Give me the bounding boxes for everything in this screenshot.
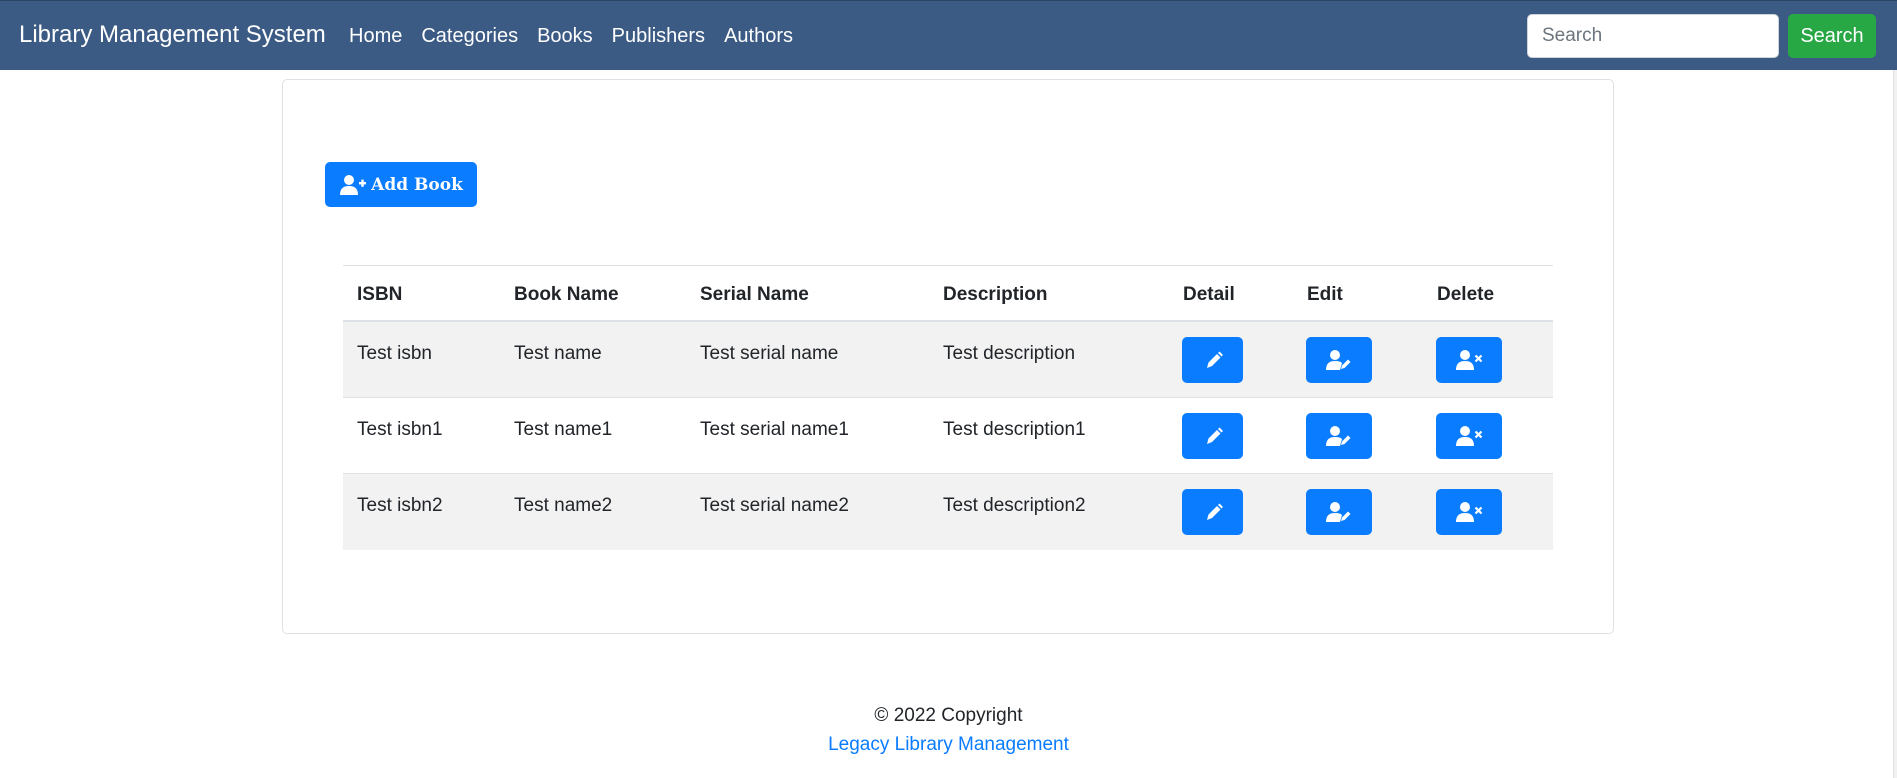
cell-book-name: Test name1 — [514, 419, 613, 440]
detail-button[interactable] — [1182, 337, 1243, 383]
edit-button[interactable] — [1306, 489, 1372, 535]
table-row: Test isbn2 Test name2 Test serial name2 … — [343, 474, 1553, 550]
brand-title[interactable]: Library Management System — [19, 21, 326, 49]
cell-description: Test description — [943, 343, 1076, 364]
cell-isbn: Test isbn — [357, 343, 432, 364]
header-edit: Edit — [1307, 284, 1343, 305]
add-book-button[interactable]: Add Book — [325, 162, 477, 207]
cell-serial-name: Test serial name2 — [700, 495, 849, 516]
delete-button[interactable] — [1436, 413, 1502, 459]
cell-description: Test description1 — [943, 419, 1086, 440]
cell-serial-name: Test serial name1 — [700, 419, 849, 440]
footer-link-container: Legacy Library Management — [0, 734, 1897, 756]
nav-link-books[interactable]: Books — [537, 25, 593, 48]
user-edit-icon — [1326, 502, 1351, 522]
nav-link-publishers[interactable]: Publishers — [612, 25, 705, 48]
detail-button[interactable] — [1182, 489, 1243, 535]
header-detail: Detail — [1183, 284, 1235, 305]
user-times-icon — [1456, 350, 1483, 370]
header-description: Description — [943, 284, 1048, 305]
cell-serial-name: Test serial name — [700, 343, 839, 364]
user-plus-icon — [340, 174, 367, 195]
search-button[interactable]: Search — [1788, 14, 1876, 58]
footer-link[interactable]: Legacy Library Management — [828, 734, 1069, 755]
navbar: Library Management System Home Categorie… — [0, 0, 1897, 70]
delete-button[interactable] — [1436, 337, 1502, 383]
user-edit-icon — [1326, 426, 1351, 446]
table-row: Test isbn1 Test name1 Test serial name1 … — [343, 398, 1553, 474]
cell-isbn: Test isbn1 — [357, 419, 443, 440]
nav-link-categories[interactable]: Categories — [421, 25, 518, 48]
edit-button[interactable] — [1306, 413, 1372, 459]
user-times-icon — [1456, 502, 1483, 522]
footer-copyright: © 2022 Copyright — [874, 705, 1023, 726]
header-serial-name: Serial Name — [700, 284, 809, 305]
nav-link-home[interactable]: Home — [349, 25, 402, 48]
cell-isbn: Test isbn2 — [357, 495, 443, 516]
cell-description: Test description2 — [943, 495, 1086, 516]
table-header: ISBN Book Name Serial Name Description D… — [343, 265, 1553, 322]
detail-button[interactable] — [1182, 413, 1243, 459]
user-edit-icon — [1326, 350, 1351, 370]
books-table: ISBN Book Name Serial Name Description D… — [343, 265, 1553, 550]
pen-icon — [1206, 503, 1223, 520]
header-delete: Delete — [1437, 284, 1495, 305]
header-book-name: Book Name — [514, 284, 619, 305]
nav-links: Home Categories Books Publishers Authors — [349, 25, 812, 48]
cell-book-name: Test name — [514, 343, 602, 364]
pen-icon — [1206, 351, 1223, 368]
nav-link-authors[interactable]: Authors — [724, 25, 793, 48]
edit-button[interactable] — [1306, 337, 1372, 383]
cell-book-name: Test name2 — [514, 495, 613, 516]
table-row: Test isbn Test name Test serial name Tes… — [343, 322, 1553, 398]
scrollbar[interactable] — [1893, 70, 1897, 778]
add-book-label: Add Book — [371, 174, 463, 195]
search-input[interactable] — [1527, 14, 1779, 58]
header-isbn: ISBN — [357, 284, 403, 305]
pen-icon — [1206, 427, 1223, 444]
user-times-icon — [1456, 426, 1483, 446]
delete-button[interactable] — [1436, 489, 1502, 535]
